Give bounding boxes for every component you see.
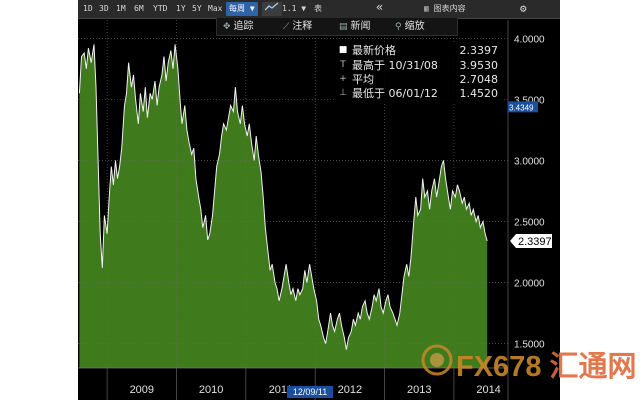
range-3d-button[interactable]: 3D — [97, 2, 111, 16]
zoom-button[interactable]: ⚲ 缩放 — [395, 19, 425, 34]
range-ytd-button[interactable]: YTD — [151, 2, 169, 16]
collapse-icon[interactable]: « — [376, 0, 383, 14]
range-1y-button[interactable]: 1Y — [174, 2, 188, 16]
y-tick-label: 2.5000 — [514, 217, 545, 228]
legend-value: 2.7048 — [459, 73, 499, 86]
line-chart-icon[interactable] — [262, 2, 282, 16]
y-tick-label: 4.0000 — [514, 34, 545, 45]
pencil-icon: ⟋ — [283, 22, 290, 32]
track-button[interactable]: ✥ 追踪 — [223, 19, 254, 34]
annotate-button[interactable]: ⟋ 注释 — [283, 19, 312, 34]
legend-value: 2.3397 — [459, 44, 499, 57]
low-marker-icon: ⊥ — [339, 88, 347, 98]
x-tick-label: 2013 — [407, 384, 431, 396]
range-5y-button[interactable]: 5Y — [190, 2, 204, 16]
tools-dropdown[interactable]: 1.1 ▼ — [282, 2, 306, 16]
watermark-cn: 汇通网 — [549, 351, 637, 383]
fx678-logo-icon — [421, 344, 453, 376]
legend-label: 最低于 06/01/12 — [352, 87, 438, 100]
crosshair-icon: ✥ — [223, 22, 231, 32]
chart-toolbar: 1D 3D 1M 6M YTD 1Y 5Y Max 每周 ▼ 1.1 ▼ 表 «… — [78, 0, 560, 19]
chart-content-button[interactable]: ▥ 图表内容 — [424, 2, 466, 16]
date-cursor-label: 12/09/11 — [293, 387, 327, 397]
square-icon: ■ — [338, 45, 348, 55]
legend-value: 1.4520 — [459, 87, 499, 100]
legend-label: 平均 — [352, 73, 374, 86]
last-price-tag: 2.3397 — [510, 234, 552, 249]
range-6m-button[interactable]: 6M — [132, 2, 146, 16]
range-1m-button[interactable]: 1M — [114, 2, 128, 16]
news-button[interactable]: ▤ 新闻 — [339, 19, 371, 34]
average-marker-icon: + — [339, 74, 347, 84]
news-label: 新闻 — [350, 21, 371, 32]
news-icon: ▤ — [339, 22, 348, 32]
magnifier-icon: ⚲ — [395, 22, 402, 32]
range-max-button[interactable]: Max — [206, 2, 224, 16]
x-tick-label: 2014 — [476, 384, 500, 396]
chart-legend: ■ 最新价格 2.3397 T 最高于 10/31/08 3.9530 + 平均… — [334, 42, 504, 104]
legend-high: T 最高于 10/31/08 3.9530 — [334, 59, 504, 72]
last-price-tag-text: 2.3397 — [518, 236, 552, 248]
period-dropdown[interactable]: 每周 ▼ — [226, 2, 258, 16]
legend-value: 3.9530 — [459, 59, 499, 72]
y-tick-label: 2.0000 — [514, 279, 545, 290]
x-tick-label: 2010 — [199, 384, 223, 396]
chart-subtoolbar: ✥ 追踪 ⟋ 注释 ▤ 新闻 ⚲ 缩放 — [216, 18, 458, 36]
chart-content-icon: ▥ — [424, 4, 434, 13]
x-tick-label: 2009 — [130, 384, 154, 396]
table-icon[interactable]: 表 — [314, 2, 322, 16]
legend-average: + 平均 2.7048 — [334, 73, 504, 86]
range-1d-button[interactable]: 1D — [81, 2, 95, 16]
y-tick-label: 3.0000 — [514, 156, 545, 167]
track-label: 追踪 — [233, 21, 254, 32]
watermark-text: FX678 汇通网 — [456, 343, 637, 385]
chart-content-label: 图表内容 — [433, 4, 466, 13]
legend-low: ⊥ 最低于 06/01/12 1.4520 — [334, 87, 504, 100]
legend-label: 最新价格 — [352, 44, 396, 57]
legend-last-price: ■ 最新价格 2.3397 — [334, 44, 504, 57]
watermark: FX678 汇通网 — [418, 340, 637, 383]
settings-gear-icon[interactable]: ⚙ — [520, 2, 527, 16]
high-marker-icon: T — [340, 60, 346, 70]
average-tag-text: 3.4349 — [509, 103, 534, 112]
zoom-label: 缩放 — [404, 21, 425, 32]
annotate-label: 注释 — [292, 21, 313, 32]
x-tick-label: 2012 — [338, 384, 362, 396]
legend-label: 最高于 10/31/08 — [352, 59, 438, 72]
watermark-brand: FX678 — [456, 351, 542, 383]
